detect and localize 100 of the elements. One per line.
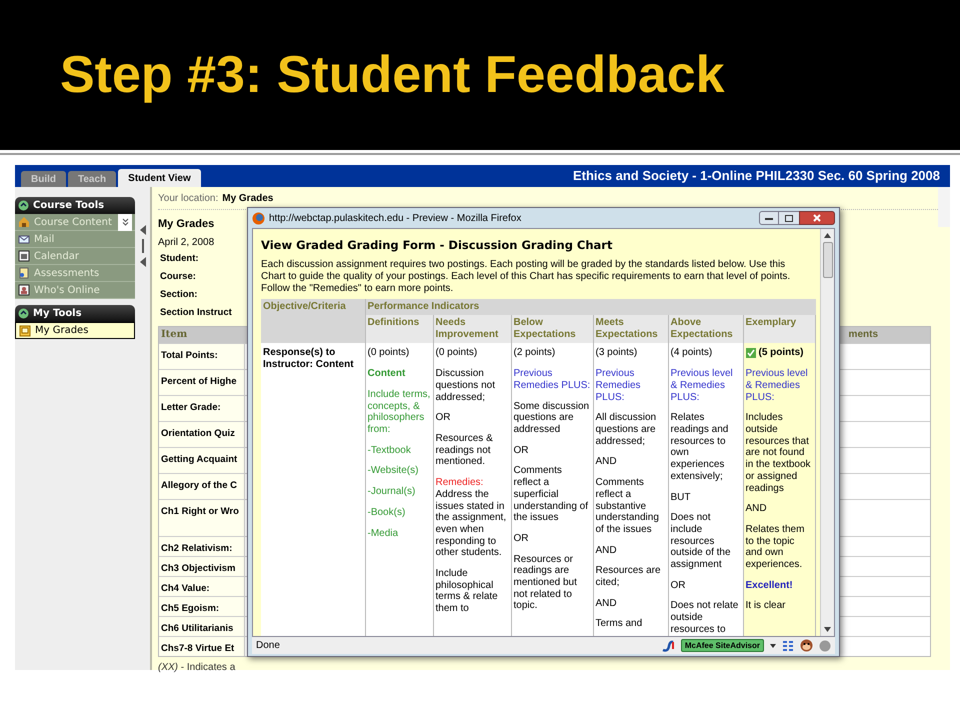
- cell-text: -Textbook: [368, 444, 412, 456]
- status-text: Done: [256, 639, 281, 653]
- table-cell: Ch4 Value:: [161, 582, 210, 594]
- cell-text: Relates readings and resources to own experiences extensively;: [670, 412, 730, 482]
- table-cell: Getting Acquaint: [161, 454, 238, 464]
- caret-icon[interactable]: [770, 644, 776, 648]
- cell-text: All discussion questions are addressed;: [596, 412, 658, 448]
- table-cell: Ch3 Objectivism: [161, 562, 236, 574]
- cell-text: -Journal(s): [368, 486, 416, 498]
- grid-icon[interactable]: [782, 640, 794, 652]
- field-label: Course:: [160, 270, 196, 284]
- points-text: (5 points): [758, 347, 804, 360]
- table-cell: Allegory of the C: [161, 480, 238, 490]
- location-label: Your location:: [158, 192, 218, 206]
- cell-text: AND: [596, 544, 618, 556]
- cell-text: Relates them to the topic and own experiences.: [746, 524, 806, 571]
- table-cell: Ch6 Utilitarianis: [161, 622, 234, 634]
- criterion-cell: Response(s) to Instructor: Content: [261, 343, 365, 636]
- cell-text: Resources are cited;: [596, 565, 662, 589]
- person-icon: [18, 284, 30, 296]
- cell-text: Include philosophical terms & relate them to: [436, 568, 499, 615]
- minimize-button[interactable]: [759, 211, 779, 225]
- footnote: (XX) - Indicates a: [158, 660, 236, 674]
- cell-text: Does not relate outside resources to: [670, 600, 740, 636]
- slide-title: Step #3: Student Feedback: [60, 49, 725, 101]
- cell-text: Includes outside resources that are not found in the textbook or assigned readings: [746, 412, 812, 494]
- cell-text: -Website(s): [368, 465, 420, 478]
- sidebar-item[interactable]: Mail: [15, 231, 135, 248]
- sidebar-item[interactable]: Who's Online: [15, 282, 135, 299]
- collapse-arrows-icon[interactable]: [138, 225, 146, 267]
- column-header: Item: [161, 328, 188, 342]
- cell-text: BUT: [670, 492, 692, 504]
- cell-text: Previous Remedies PLUS:: [596, 368, 642, 404]
- scrollbar[interactable]: [820, 229, 834, 636]
- cell-text: It is clear: [746, 600, 787, 612]
- column-header: Needs Improvement: [433, 315, 511, 344]
- date-text: April 2, 2008: [158, 236, 214, 250]
- cell-text: Previous level & Remedies PLUS:: [670, 368, 734, 404]
- cell-text: Comments reflect a superficial understanding of the issues: [514, 465, 590, 524]
- column-header: ments: [848, 328, 878, 342]
- cell-text: Resources & readings not mentioned.: [436, 432, 494, 468]
- sidebar-item[interactable]: Assessments: [15, 265, 135, 282]
- cell-text: Discussion questions not addressed;: [436, 368, 496, 404]
- expand-icon[interactable]: [18, 308, 29, 319]
- field-label: Section Instruct: [160, 306, 232, 320]
- house-icon: [18, 216, 30, 228]
- cell-text: -Media: [368, 528, 400, 540]
- column-header: Definitions: [365, 315, 433, 344]
- cell-text: Remedies:: [436, 477, 484, 489]
- intro-text: Each discussion assignment requires two postings. Each posting will be graded by the standards listed below. Use this Chart to guide the quality of your postings. Each level of this Chart has specific requirements to earn that level of points. Follow the "Remedies" to earn more points.: [261, 259, 792, 294]
- tab[interactable]: Student View: [118, 169, 201, 187]
- sidebar-item[interactable]: My Grades: [15, 322, 135, 339]
- table-cell: Ch5 Egoism:: [161, 602, 220, 614]
- sidebar-item[interactable]: Course Content: [15, 214, 135, 231]
- grade-book-icon: [19, 324, 31, 336]
- maximize-button[interactable]: [779, 211, 799, 225]
- cell-text: Include terms, concepts, & philosophers from:: [368, 388, 430, 436]
- cell-text: Content: [368, 368, 406, 380]
- points-text: (2 points): [514, 347, 556, 360]
- envelope-icon: [18, 233, 30, 245]
- section-header[interactable]: My Tools: [15, 305, 135, 322]
- section-header[interactable]: Course Tools: [15, 197, 135, 214]
- scroll-up-icon[interactable]: [824, 233, 831, 238]
- column-header: Above Expectations: [668, 315, 743, 344]
- page-scrollbar[interactable]: [938, 187, 950, 227]
- tab[interactable]: Build: [21, 171, 66, 187]
- table-cell: Chs7-8 Virtue Et: [161, 642, 234, 654]
- minimize-icon: [765, 216, 773, 220]
- chevron-icon[interactable]: [122, 218, 128, 226]
- table-cell: Orientation Quiz: [161, 428, 235, 438]
- cell-text: Previous Remedies PLUS:: [514, 368, 590, 392]
- field-label: Student:: [160, 252, 199, 266]
- siteadvisor-badge[interactable]: McAfee SiteAdvisor: [680, 639, 764, 652]
- table-cell: Ch2 Relativism:: [161, 542, 232, 554]
- cell-text: OR: [514, 532, 530, 545]
- location-link[interactable]: My Grades: [222, 191, 274, 206]
- expand-icon[interactable]: [18, 200, 29, 211]
- close-icon: [813, 214, 821, 222]
- cell-text: Does not include resources outside of the assignment: [670, 512, 732, 571]
- page-title: My Grades: [158, 217, 214, 232]
- table-cell: Total Points:: [161, 350, 218, 360]
- cell-text: AND: [596, 456, 618, 468]
- cell-text: Comments reflect a substantive understanding of the issues: [596, 477, 660, 536]
- cell-text: OR: [436, 412, 452, 424]
- group-header: Performance Indicators: [365, 299, 816, 316]
- cell-text: Resources or readings are mentioned but not related to topic.: [514, 554, 578, 612]
- monkey-face-icon[interactable]: [800, 639, 813, 652]
- cell-text: Previous level & Remedies PLUS:: [746, 368, 809, 404]
- sidebar-item[interactable]: Calendar: [15, 248, 135, 265]
- field-label: Section:: [160, 288, 198, 302]
- course-title: Ethics and Society - 1-Online PHIL2330 Sec. 60 Spring 2008: [572, 167, 940, 186]
- calendar-icon: [18, 250, 30, 262]
- scroll-down-icon[interactable]: [824, 627, 831, 632]
- tab[interactable]: Teach: [68, 171, 116, 187]
- column-header: Exemplary: [743, 315, 816, 344]
- cell-text: Terms and: [596, 618, 644, 630]
- scrollbar-thumb[interactable]: [822, 242, 832, 278]
- close-button[interactable]: [799, 211, 835, 225]
- points-text: (0 points): [368, 347, 410, 360]
- checkmark-icon: [746, 348, 756, 358]
